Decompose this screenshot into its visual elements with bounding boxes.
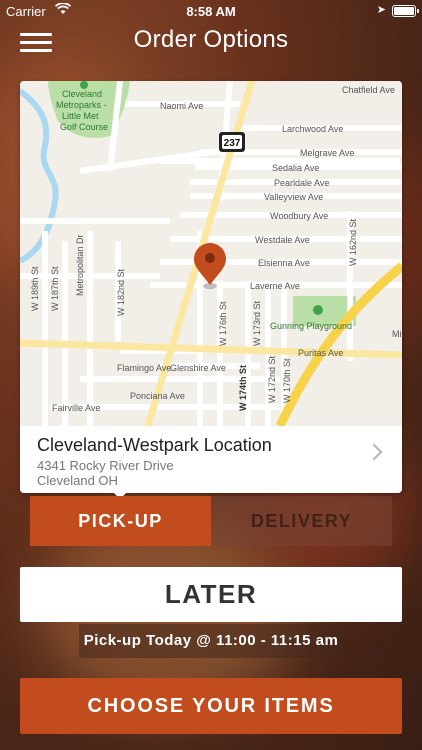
- battery-icon: [392, 5, 419, 17]
- pickup-time-label: Pick-up Today @ 11:00 - 11:15 am: [79, 624, 343, 658]
- svg-text:W 170th St: W 170th St: [282, 358, 292, 403]
- svg-text:Naomi Ave: Naomi Ave: [160, 101, 203, 111]
- svg-text:Little Met: Little Met: [62, 111, 99, 121]
- svg-text:Melgrave Ave: Melgrave Ave: [300, 148, 354, 158]
- nav-header: Order Options: [0, 22, 422, 62]
- location-map[interactable]: 237 Naomi Ave Chatfield Ave Cleveland Me…: [20, 81, 402, 426]
- location-arrow-icon: ➤: [376, 4, 386, 16]
- location-name: Cleveland-Westpark Location: [37, 435, 272, 455]
- status-bar: Carrier 8:58 AM ➤: [0, 0, 422, 22]
- chevron-right-icon: [365, 443, 383, 461]
- svg-text:Larchwood Ave: Larchwood Ave: [282, 124, 343, 134]
- svg-text:W 176th St: W 176th St: [218, 301, 228, 346]
- svg-text:W 182nd St: W 182nd St: [116, 268, 126, 316]
- highway-shield-label: 237: [224, 138, 241, 149]
- svg-text:Chatfield Ave: Chatfield Ave: [342, 85, 395, 95]
- svg-text:Elsienna Ave: Elsienna Ave: [258, 258, 310, 268]
- svg-text:Cleveland: Cleveland: [62, 89, 102, 99]
- svg-text:Fairville Ave: Fairville Ave: [52, 403, 100, 413]
- svg-text:Pearldale Ave: Pearldale Ave: [274, 178, 329, 188]
- svg-text:Puritas Ave: Puritas Ave: [298, 348, 343, 358]
- svg-text:Golf Course: Golf Course: [60, 122, 108, 132]
- svg-text:Westdale Ave: Westdale Ave: [255, 235, 310, 245]
- svg-text:Metroparks -: Metroparks -: [56, 100, 107, 110]
- location-address-line2: Cleveland OH: [37, 473, 118, 488]
- svg-text:W 173rd St: W 173rd St: [252, 300, 262, 346]
- location-card: 237 Naomi Ave Chatfield Ave Cleveland Me…: [20, 81, 402, 493]
- later-button[interactable]: LATER: [20, 567, 402, 622]
- svg-text:W 172nd St: W 172nd St: [267, 355, 277, 403]
- clock: 8:58 AM: [186, 4, 236, 19]
- tab-delivery[interactable]: DELIVERY: [211, 496, 392, 546]
- svg-text:Metropolitan Dr: Metropolitan Dr: [75, 234, 85, 296]
- svg-text:Flamingo Ave: Flamingo Ave: [117, 363, 171, 373]
- svg-text:Gunning Playground: Gunning Playground: [270, 321, 352, 331]
- svg-text:Laverne Ave: Laverne Ave: [250, 281, 300, 291]
- svg-text:Mi: Mi: [392, 329, 402, 339]
- svg-text:W 187th St: W 187th St: [50, 266, 60, 311]
- choose-items-button[interactable]: CHOOSE YOUR ITEMS: [20, 678, 402, 734]
- svg-text:Glenshire Ave: Glenshire Ave: [170, 363, 226, 373]
- tab-pickup[interactable]: PICK-UP: [30, 496, 211, 546]
- svg-text:Valleyview Ave: Valleyview Ave: [264, 192, 323, 202]
- svg-text:W 189th St: W 189th St: [30, 266, 40, 311]
- svg-text:W 174th St: W 174th St: [238, 365, 248, 411]
- location-address-line1: 4341 Rocky River Drive: [37, 458, 174, 473]
- svg-text:Sedalia Ave: Sedalia Ave: [272, 163, 319, 173]
- location-row[interactable]: Cleveland-Westpark Location 4341 Rocky R…: [20, 426, 402, 493]
- svg-text:Woodbury Ave: Woodbury Ave: [270, 211, 328, 221]
- svg-text:Ponciana Ave: Ponciana Ave: [130, 391, 185, 401]
- svg-text:W 162nd St: W 162nd St: [348, 218, 358, 266]
- page-title: Order Options: [133, 26, 289, 53]
